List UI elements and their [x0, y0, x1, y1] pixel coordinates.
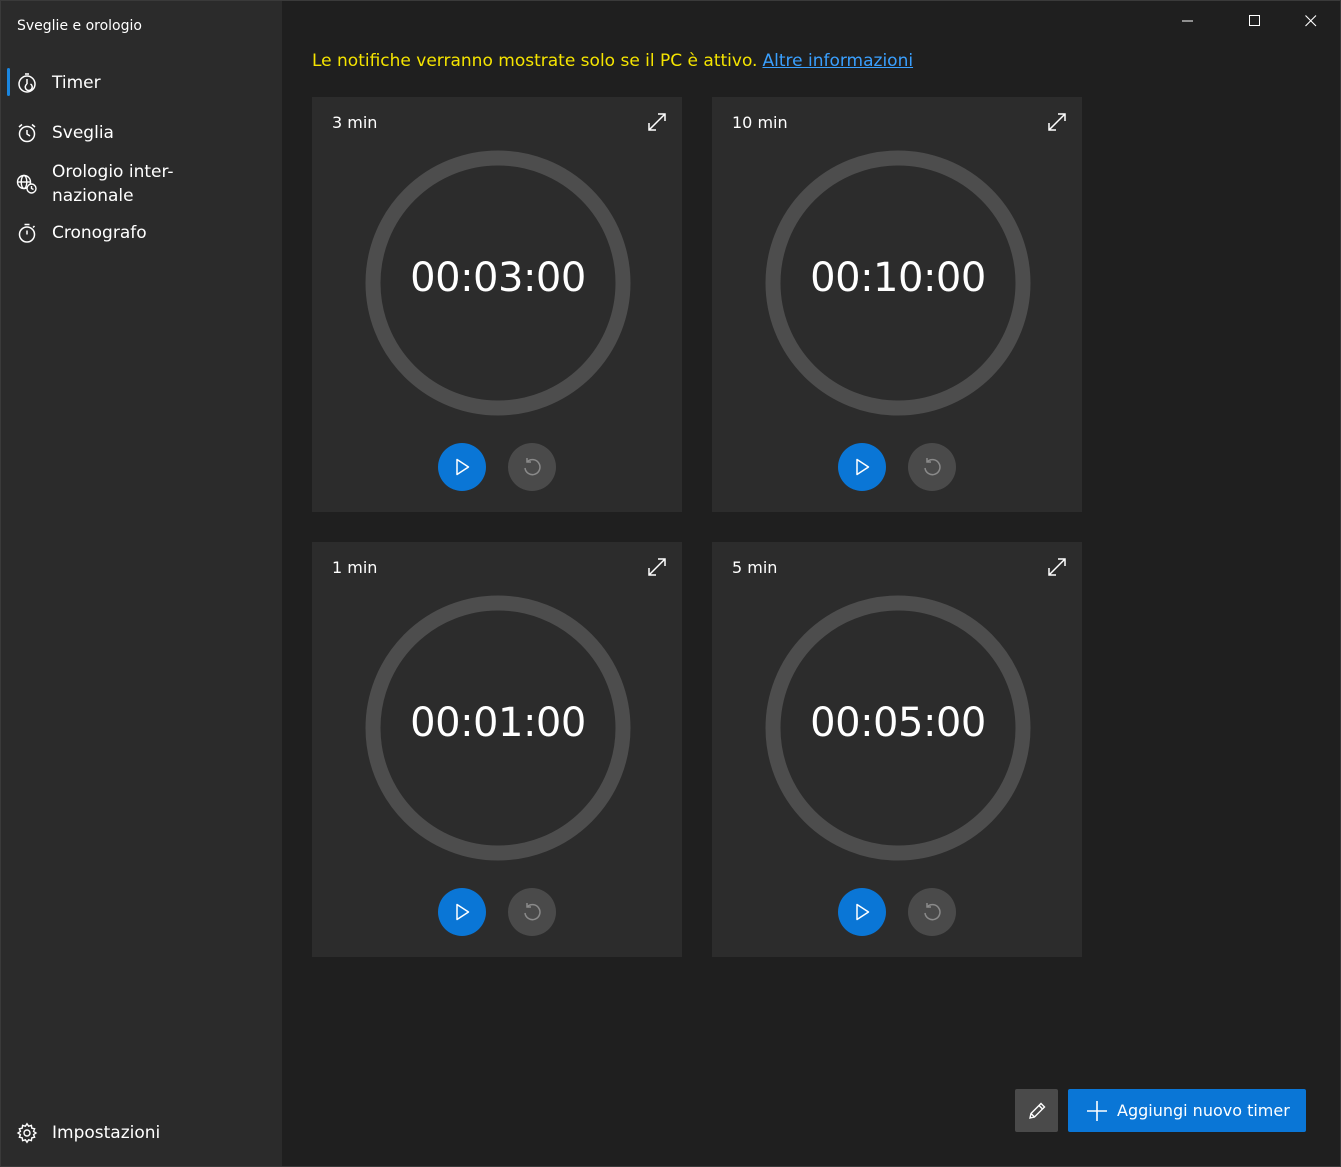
- sidebar-item-label: Sveglia: [52, 123, 114, 143]
- edit-timers-button[interactable]: [1015, 1089, 1058, 1132]
- close-button[interactable]: [1288, 1, 1334, 41]
- timer-name: 10 min: [732, 113, 788, 132]
- sidebar-item-impostazioni[interactable]: Impostazioni: [1, 1117, 282, 1149]
- sidebar-item-cronografo[interactable]: Cronografo: [1, 217, 282, 249]
- expand-icon[interactable]: [1046, 556, 1068, 578]
- world-clock-icon: [16, 173, 38, 195]
- alarm-icon: [16, 122, 38, 144]
- timer-card[interactable]: 5 min 00:05:00: [712, 542, 1082, 957]
- sidebar-item-orologio-internazionale[interactable]: Orologio inter- nazionale: [1, 159, 282, 209]
- play-button[interactable]: [838, 888, 886, 936]
- timer-name: 5 min: [732, 558, 778, 577]
- sidebar-item-label: Impostazioni: [52, 1123, 161, 1143]
- sidebar: Sveglie e orologio Timer Sveglia Orologi…: [1, 1, 282, 1166]
- minimize-icon: [1182, 20, 1193, 22]
- add-timer-label: Aggiungi nuovo timer: [1117, 1101, 1290, 1120]
- sidebar-item-label-line2: nazionale: [52, 186, 134, 206]
- reset-icon: [524, 903, 541, 921]
- reset-icon: [524, 458, 541, 476]
- notification-notice: Le notifiche verranno mostrate solo se i…: [312, 51, 913, 71]
- timer-name: 3 min: [332, 113, 378, 132]
- play-button[interactable]: [438, 888, 486, 936]
- reset-button[interactable]: [908, 443, 956, 491]
- reset-button[interactable]: [908, 888, 956, 936]
- sidebar-item-label-line1: Orologio inter-: [52, 162, 174, 182]
- plus-icon: [1087, 1101, 1107, 1121]
- reset-icon: [924, 903, 941, 921]
- reset-icon: [924, 458, 941, 476]
- gear-icon: [16, 1122, 38, 1144]
- timer-time: 00:03:00: [410, 255, 586, 301]
- timer-time: 00:05:00: [810, 700, 986, 746]
- expand-icon[interactable]: [1046, 111, 1068, 133]
- timer-time: 00:10:00: [810, 255, 986, 301]
- expand-icon[interactable]: [646, 111, 668, 133]
- play-icon: [456, 458, 470, 476]
- timer-card[interactable]: 10 min 00:10:00: [712, 97, 1082, 512]
- more-info-link[interactable]: Altre informazioni: [762, 51, 913, 71]
- app-title: Sveglie e orologio: [17, 18, 142, 34]
- add-timer-button[interactable]: Aggiungi nuovo timer: [1068, 1089, 1306, 1132]
- notice-text: Le notifiche verranno mostrate solo se i…: [312, 51, 758, 71]
- minimize-button[interactable]: [1165, 1, 1211, 41]
- pencil-icon: [1028, 1102, 1045, 1119]
- play-button[interactable]: [838, 443, 886, 491]
- expand-icon[interactable]: [646, 556, 668, 578]
- sidebar-item-timer[interactable]: Timer: [1, 67, 282, 99]
- play-icon: [856, 458, 870, 476]
- maximize-button[interactable]: [1232, 1, 1278, 41]
- reset-button[interactable]: [508, 443, 556, 491]
- play-icon: [456, 903, 470, 921]
- timer-name: 1 min: [332, 558, 378, 577]
- timer-time: 00:01:00: [410, 700, 586, 746]
- app-window: Sveglie e orologio Timer Sveglia Orologi…: [0, 0, 1341, 1167]
- sidebar-item-label: Timer: [52, 73, 101, 93]
- play-icon: [856, 903, 870, 921]
- play-button[interactable]: [438, 443, 486, 491]
- sidebar-item-label: Cronografo: [52, 223, 147, 243]
- sidebar-item-sveglia[interactable]: Sveglia: [1, 117, 282, 149]
- reset-button[interactable]: [508, 888, 556, 936]
- timer-icon: [16, 72, 38, 94]
- maximize-icon: [1249, 15, 1260, 26]
- stopwatch-icon: [16, 222, 38, 244]
- timer-card[interactable]: 1 min 00:01:00: [312, 542, 682, 957]
- close-icon: [1305, 15, 1317, 27]
- timer-card[interactable]: 3 min 00:03:00: [312, 97, 682, 512]
